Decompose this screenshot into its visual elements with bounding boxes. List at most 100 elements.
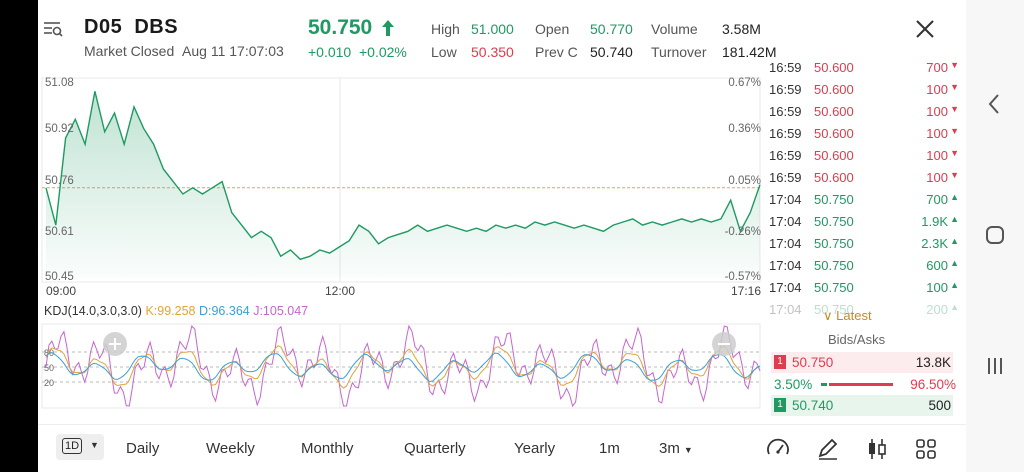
- tab-yearly[interactable]: Yearly: [514, 440, 555, 457]
- y-axis-label: 50.45: [45, 271, 74, 283]
- pct-axis-label: 0.36%: [728, 123, 761, 135]
- trade-time: 17:04: [769, 258, 802, 273]
- back-icon[interactable]: [986, 92, 1002, 116]
- trade-volume: 2.3K: [921, 236, 948, 251]
- zoom-in-button[interactable]: [103, 332, 127, 356]
- bid-row[interactable]: 1 50.740 500: [771, 395, 953, 416]
- kdj-level-label-50: 50: [44, 363, 54, 373]
- trade-time: 16:59: [769, 104, 802, 119]
- bid-level-badge: 1: [774, 398, 786, 412]
- tab-weekly[interactable]: Weekly: [206, 440, 255, 457]
- up-arrow-icon: ▲: [950, 214, 959, 224]
- kdj-level-label-20: 20: [44, 378, 54, 388]
- ask-row[interactable]: 1 50.750 13.8K: [771, 352, 953, 373]
- trade-volume: 700: [926, 192, 948, 207]
- ask-size: 13.8K: [915, 355, 951, 370]
- trade-price: 50.750: [814, 258, 854, 273]
- trade-row: 16:59 50.600 100 ▼: [764, 100, 966, 122]
- open-value: 50.770: [590, 21, 633, 37]
- kdj-legend: KDJ(14.0,3.0,3.0) K:99.258 D:96.364 J:10…: [44, 304, 308, 318]
- last-price: 50.750: [308, 16, 373, 39]
- trade-price: 50.600: [814, 126, 854, 141]
- gauge-icon[interactable]: [765, 436, 791, 462]
- candlestick-icon[interactable]: [864, 436, 890, 462]
- down-arrow-icon: ▼: [950, 170, 959, 180]
- trade-time: 17:04: [769, 236, 802, 251]
- tab-quarterly[interactable]: Quarterly: [404, 440, 466, 457]
- market-status-text: Market Closed: [84, 43, 175, 59]
- grid-icon[interactable]: [913, 436, 939, 462]
- up-arrow-icon: ▲: [950, 258, 959, 268]
- down-arrow-icon: ▼: [950, 104, 959, 114]
- close-icon[interactable]: [914, 18, 936, 40]
- interval-selector[interactable]: 1D ▼: [56, 434, 104, 460]
- turnover-label: Turnover: [651, 44, 707, 60]
- stock-symbol: D05: [84, 16, 123, 38]
- trade-volume: 100: [926, 126, 948, 141]
- stock-name: DBS: [134, 16, 179, 38]
- trade-row: 16:59 50.600 100 ▼: [764, 166, 966, 188]
- tab-1m[interactable]: 1m: [599, 440, 620, 457]
- trade-time: 17:04: [769, 302, 802, 317]
- pct-axis-label: -0.57%: [725, 271, 761, 283]
- tab-3m-dropdown-icon: ▼: [683, 445, 693, 455]
- kdj-indicator-chart[interactable]: 80 50 20: [38, 322, 764, 410]
- trade-volume: 100: [926, 170, 948, 185]
- tab-3m[interactable]: 3m ▼: [659, 440, 693, 457]
- zoom-out-button[interactable]: [712, 332, 736, 356]
- pct-axis-label: -0.26%: [725, 226, 761, 238]
- trade-time: 16:59: [769, 126, 802, 141]
- trade-volume: 100: [926, 280, 948, 295]
- pct-axis-label: 0.67%: [728, 77, 761, 89]
- trade-row: 16:59 50.600 700 ▼: [764, 62, 966, 78]
- ask-ratio-percent: 96.50%: [910, 377, 956, 392]
- trade-price: 50.750: [814, 236, 854, 251]
- tab-monthly[interactable]: Monthly: [301, 440, 354, 457]
- kdj-j-value: J:105.047: [253, 304, 309, 318]
- trade-time: 16:59: [769, 170, 802, 185]
- y-axis-label: 50.76: [45, 175, 74, 187]
- latest-label: Latest: [836, 308, 872, 323]
- trade-volume: 100: [926, 148, 948, 163]
- change-percent: +0.02%: [359, 44, 407, 60]
- interval-value: 1D: [62, 438, 83, 454]
- bidask-title: Bids/Asks: [828, 332, 886, 347]
- trade-time: 16:59: [769, 82, 802, 97]
- trade-time: 17:04: [769, 192, 802, 207]
- stock-detail-screen: D05 DBS Market Closed Aug 11 17:07:03 50…: [38, 0, 966, 472]
- intraday-price-chart[interactable]: 51.08 50.92 50.76 50.61 50.45 0.67% 0.36% 0.05…: [38, 70, 764, 302]
- y-axis-label: 51.08: [45, 77, 74, 89]
- latest-button[interactable]: ∨ Latest: [823, 308, 872, 324]
- trade-row: 16:59 50.600 100 ▼: [764, 78, 966, 100]
- trade-time: 17:04: [769, 214, 802, 229]
- trade-price: 50.600: [814, 62, 854, 75]
- menu-search-icon[interactable]: [42, 18, 64, 40]
- up-arrow-icon: ▲: [950, 280, 959, 290]
- market-timestamp: Aug 11 17:07:03: [182, 43, 284, 59]
- trade-row: 17:04 50.750 1.9K ▲: [764, 210, 966, 232]
- market-status: Market Closed Aug 11 17:07:03: [84, 43, 284, 59]
- trade-volume: 600: [926, 258, 948, 273]
- trade-row: 17:04 50.750 700 ▲: [764, 188, 966, 210]
- recents-icon[interactable]: [984, 355, 1006, 377]
- trade-price: 50.750: [814, 192, 854, 207]
- trade-volume: 100: [926, 104, 948, 119]
- home-icon[interactable]: [984, 224, 1006, 246]
- bid-ratio-bar: [821, 383, 827, 386]
- change-value: +0.010: [308, 44, 352, 60]
- tab-daily[interactable]: Daily: [126, 440, 159, 457]
- trade-row: 17:04 50.750 100 ▲: [764, 276, 966, 298]
- interval-dropdown-icon: ▼: [90, 440, 99, 450]
- trade-time: 16:59: [769, 62, 802, 75]
- time-and-sales-list[interactable]: 16:59 50.600 700 ▼ 16:59 50.600 100 ▼ 16:59 50.60…: [764, 62, 966, 324]
- volume-label: Volume: [651, 21, 698, 37]
- prevc-label: Prev C: [535, 44, 578, 60]
- system-navigation-bar: [966, 0, 1024, 472]
- trade-row: 16:59 50.600 100 ▼: [764, 144, 966, 166]
- low-value: 50.350: [471, 44, 514, 60]
- draw-icon[interactable]: [815, 436, 841, 462]
- x-axis-label: 12:00: [325, 284, 355, 298]
- bidask-ratio: 3.50% 96.50%: [771, 374, 956, 395]
- open-label: Open: [535, 21, 570, 37]
- y-axis-label: 50.61: [45, 226, 74, 238]
